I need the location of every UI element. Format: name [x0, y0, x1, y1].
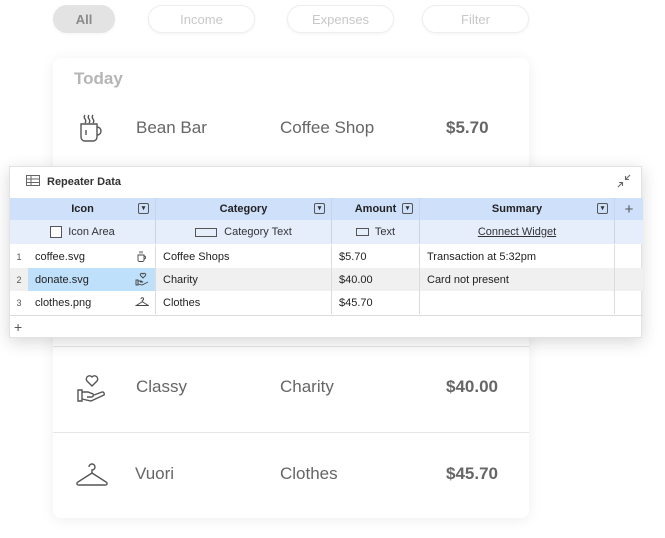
- filter-all-button[interactable]: All: [53, 5, 115, 33]
- collapse-icon[interactable]: [617, 174, 631, 188]
- transaction-row[interactable]: Classy Charity $40.00: [53, 358, 529, 418]
- transaction-amount: $5.70: [446, 118, 489, 137]
- text-box-icon: [355, 228, 369, 236]
- category-cell[interactable]: Charity: [156, 268, 332, 291]
- transaction-category: Charity: [280, 377, 334, 396]
- add-row-button[interactable]: +: [14, 319, 22, 335]
- icon-cell[interactable]: coffee.svg: [28, 245, 156, 268]
- cell-value: coffee.svg: [35, 250, 85, 263]
- icon-cell[interactable]: donate.svg: [28, 268, 156, 291]
- column-header-label: Category: [219, 203, 268, 215]
- table-row[interactable]: clothes.png 3 Clothes $45.70: [10, 291, 643, 314]
- amount-text-binding[interactable]: Text: [332, 220, 420, 244]
- filter-bar: All Income Expenses Filter: [53, 5, 533, 33]
- binding-label: Category Text: [224, 226, 292, 238]
- column-header-summary[interactable]: Summary ▾: [420, 198, 615, 220]
- column-menu-icon[interactable]: ▾: [402, 203, 413, 214]
- transaction-amount: $45.70: [446, 464, 498, 483]
- column-header-label: Icon: [71, 203, 94, 215]
- summary-cell[interactable]: Card not present: [420, 268, 615, 291]
- transaction-name: Bean Bar: [136, 118, 207, 137]
- table-row[interactable]: donate.svg 2 Charity $40.00 Card not pre…: [10, 268, 643, 291]
- hanger-icon: [135, 297, 149, 306]
- column-menu-icon[interactable]: ▾: [314, 203, 325, 214]
- coffee-cup-icon: [137, 251, 146, 262]
- table-row[interactable]: coffee.svg 1 Coffee Shops $5.70 Transact…: [10, 245, 643, 268]
- amount-cell[interactable]: $45.70: [332, 291, 420, 314]
- transaction-category: Coffee Shop: [280, 118, 375, 137]
- icon-cell[interactable]: clothes.png: [28, 291, 156, 314]
- transaction-row[interactable]: Bean Bar Coffee Shop $5.70: [53, 99, 529, 159]
- heart-hand-icon: [135, 272, 149, 286]
- summary-cell[interactable]: [420, 291, 615, 314]
- category-text-binding[interactable]: Category Text: [156, 220, 332, 244]
- checkbox-icon: [50, 226, 63, 238]
- transaction-row[interactable]: Vuori Clothes $45.70: [53, 445, 529, 505]
- table-grid-icon: [26, 175, 40, 186]
- cell-value: clothes.png: [35, 296, 92, 309]
- panel-header: Repeater Data: [10, 167, 641, 197]
- amount-cell[interactable]: $40.00: [332, 268, 420, 291]
- binding-label: Connect Widget: [477, 226, 557, 238]
- repeater-data-panel: Repeater Data Icon ▾ Category ▾ Amount ▾…: [9, 166, 643, 338]
- filter-expenses-button[interactable]: Expenses: [287, 5, 394, 33]
- panel-title: Repeater Data: [47, 176, 121, 188]
- column-header-label: Amount: [354, 203, 397, 215]
- binding-label: Text: [374, 226, 396, 238]
- row-index: 2: [16, 274, 22, 285]
- heart-hand-icon: [77, 375, 105, 402]
- category-cell[interactable]: Coffee Shops: [156, 245, 332, 268]
- add-column-button[interactable]: +: [615, 198, 643, 220]
- column-header-icon[interactable]: Icon ▾: [10, 198, 156, 220]
- grid-bottom-border: [10, 315, 643, 316]
- transaction-name: Classy: [136, 377, 188, 396]
- divider: [53, 432, 529, 433]
- amount-cell[interactable]: $5.70: [332, 245, 420, 268]
- column-header-label: Summary: [491, 203, 543, 215]
- coffee-cup-icon: [80, 114, 102, 142]
- icon-area-binding[interactable]: Icon Area: [10, 220, 156, 244]
- transaction-category: Clothes: [280, 464, 338, 483]
- column-menu-icon[interactable]: ▾: [138, 203, 149, 214]
- summary-cell[interactable]: Transaction at 5:32pm: [420, 245, 615, 268]
- row-index: 3: [16, 297, 22, 308]
- hanger-icon: [76, 463, 108, 486]
- column-header-amount[interactable]: Amount ▾: [332, 198, 420, 220]
- binding-label: Icon Area: [68, 226, 115, 238]
- connect-widget-link[interactable]: Connect Widget: [420, 220, 615, 244]
- filter-income-button[interactable]: Income: [148, 5, 255, 33]
- column-menu-icon[interactable]: ▾: [597, 203, 608, 214]
- category-cell[interactable]: Clothes: [156, 291, 332, 314]
- transaction-name: Vuori: [135, 464, 175, 483]
- section-title: Today: [74, 69, 123, 88]
- column-header-category[interactable]: Category ▾: [156, 198, 332, 220]
- cell-value: donate.svg: [35, 273, 89, 286]
- filter-button[interactable]: Filter: [422, 5, 529, 33]
- divider: [53, 346, 529, 347]
- transaction-amount: $40.00: [446, 377, 498, 396]
- row-index: 1: [16, 251, 22, 262]
- column-header-row: Icon ▾ Category ▾ Amount ▾ Summary ▾ +: [10, 198, 643, 220]
- text-box-icon: [195, 227, 218, 237]
- column-binding-row: Icon Area Category Text Text Connect Wid…: [10, 220, 643, 244]
